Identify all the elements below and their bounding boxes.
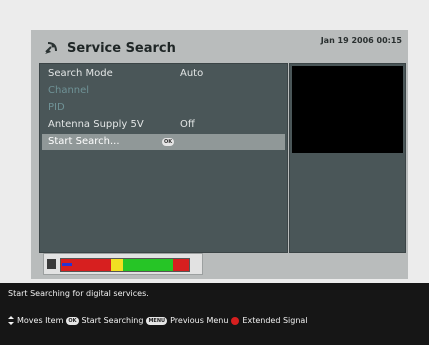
red-button-icon bbox=[231, 316, 240, 325]
signal-segment-mid bbox=[111, 259, 123, 271]
signal-segment-low bbox=[61, 259, 111, 271]
legend-previous-menu: Previous Menu bbox=[170, 316, 229, 325]
satellite-dish-icon bbox=[45, 42, 57, 54]
ok-button-icon: OK bbox=[162, 138, 174, 146]
signal-segment-good bbox=[123, 259, 173, 271]
help-description: Start Searching for digital services. bbox=[8, 289, 149, 298]
ok-key-icon: OK bbox=[66, 316, 79, 325]
legend-start-searching: Start Searching bbox=[81, 316, 144, 325]
menu-item-pid: PID bbox=[42, 100, 285, 116]
menu-item-channel: Channel bbox=[42, 83, 285, 99]
menu-item-search-mode[interactable]: Search Mode Auto bbox=[42, 66, 285, 82]
menu-item-label: PID bbox=[48, 102, 65, 113]
video-preview-panel bbox=[289, 63, 406, 253]
service-search-window: Service Search Jan 19 2006 00:15 Search … bbox=[31, 30, 408, 279]
up-down-arrows-icon bbox=[8, 316, 14, 325]
menu-item-antenna-supply[interactable]: Antenna Supply 5V Off bbox=[42, 117, 285, 133]
menu-item-label: Search Mode bbox=[48, 68, 113, 79]
video-preview bbox=[292, 66, 403, 153]
menu-item-label: Antenna Supply 5V bbox=[48, 119, 144, 130]
signal-meter bbox=[43, 253, 203, 275]
menu-item-value: Off bbox=[180, 119, 195, 130]
page-title: Service Search bbox=[67, 40, 176, 56]
signal-segment-high bbox=[173, 259, 189, 271]
signal-level-marker bbox=[62, 263, 72, 266]
menu-key-icon: MENU bbox=[146, 316, 168, 325]
menu-item-value: Auto bbox=[180, 68, 204, 79]
key-legend: Moves Item OK Start Searching MENU Previ… bbox=[8, 316, 311, 325]
settings-menu: Search Mode Auto Channel PID Antenna Sup… bbox=[39, 63, 288, 253]
signal-strength-bar bbox=[60, 258, 190, 272]
help-bar: Start Searching for digital services. Mo… bbox=[0, 283, 429, 345]
legend-extended-signal: Extended Signal bbox=[242, 316, 308, 325]
signal-indicator-icon bbox=[47, 259, 56, 269]
start-search-button[interactable]: Start Search... OK bbox=[42, 134, 285, 150]
clock-datetime: Jan 19 2006 00:15 bbox=[320, 36, 402, 45]
menu-item-label: Channel bbox=[48, 85, 90, 96]
legend-moves-item: Moves Item bbox=[17, 316, 64, 325]
menu-item-label: Start Search... bbox=[48, 136, 120, 147]
